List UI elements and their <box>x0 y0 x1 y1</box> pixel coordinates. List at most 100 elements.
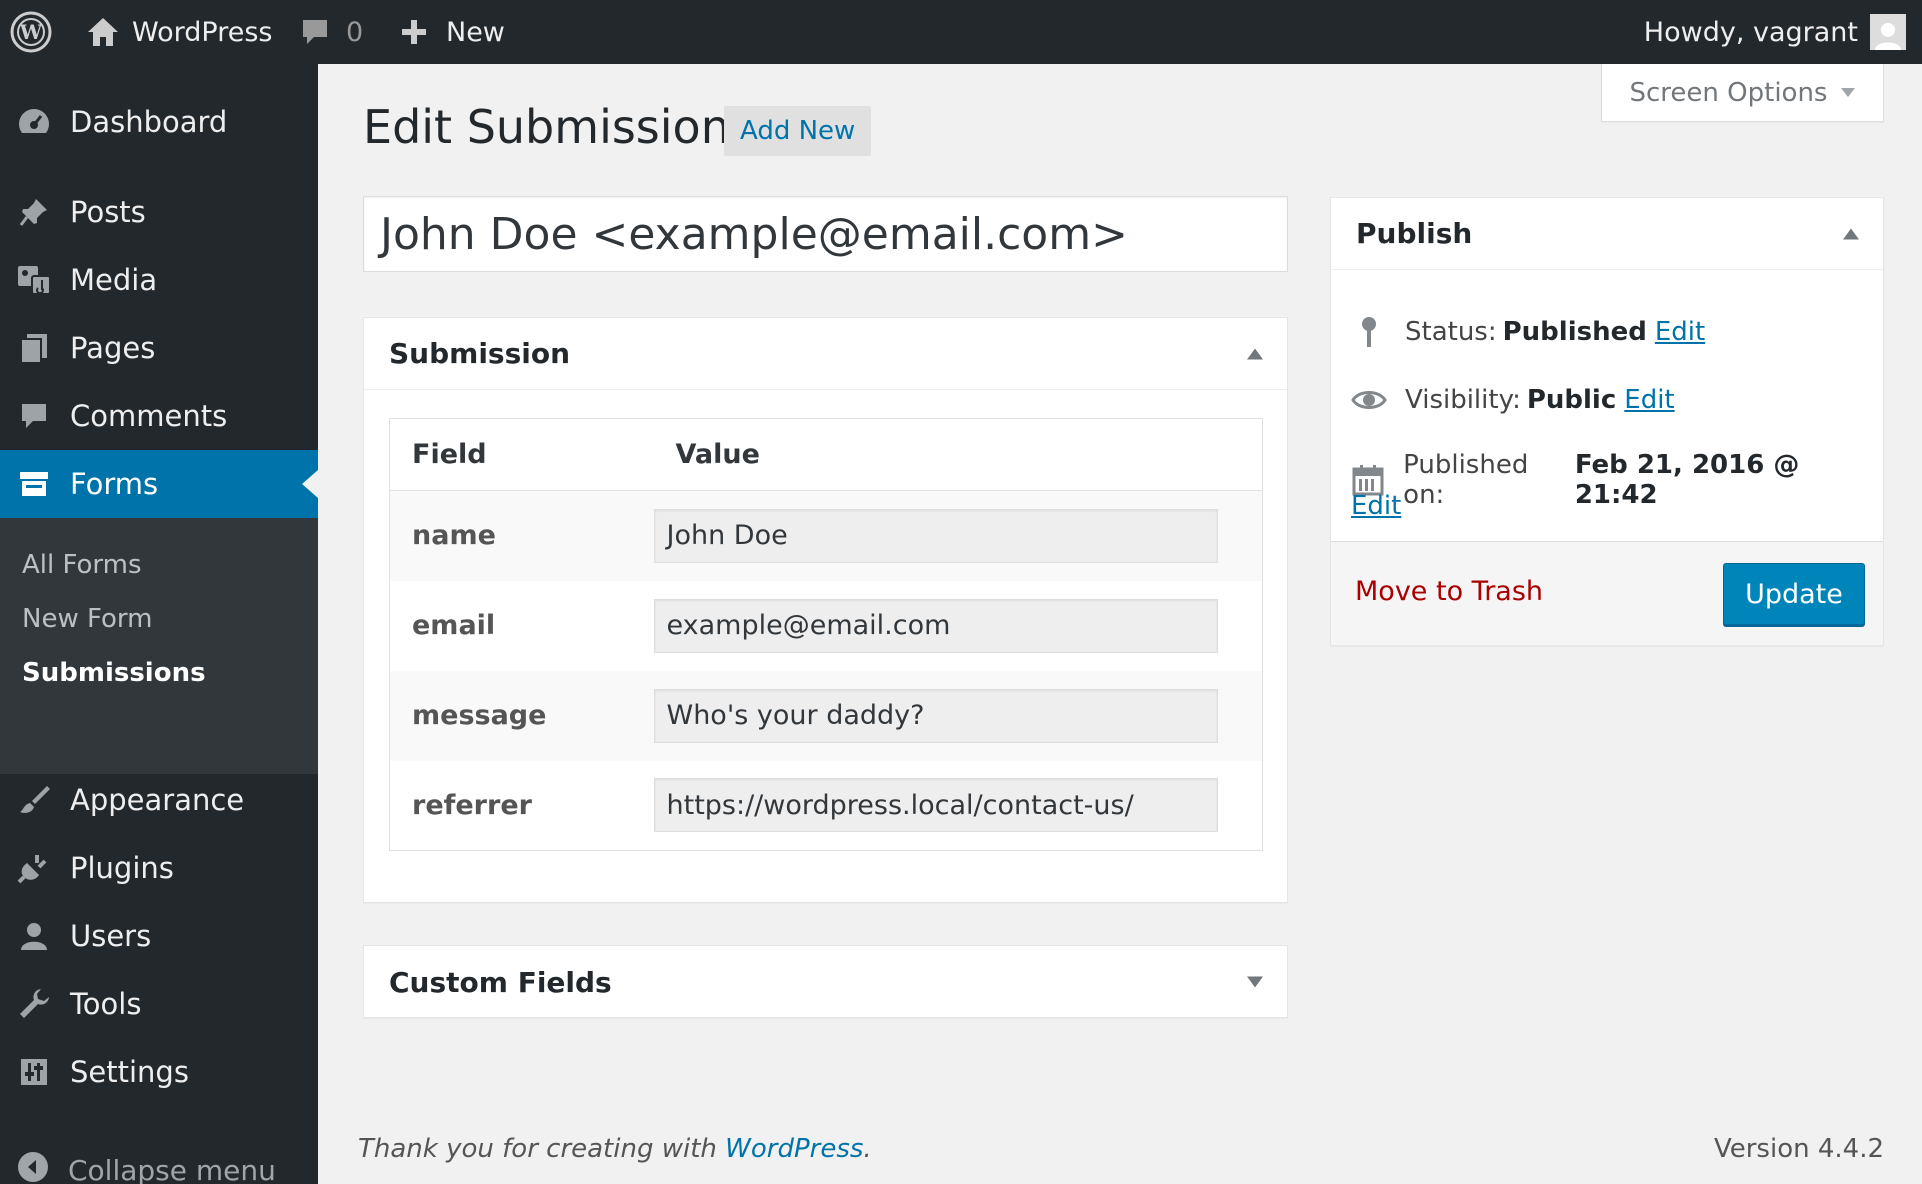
forms-submenu: All Forms New Form Submissions <box>0 518 318 774</box>
collapse-label: Collapse menu <box>68 1154 276 1184</box>
submission-metabox: Submission Field Value name John Doe ema… <box>363 317 1288 903</box>
menu-label: Comments <box>70 399 228 433</box>
edit-status-link[interactable]: Edit <box>1655 317 1705 347</box>
menu-label: Tools <box>70 987 142 1021</box>
menu-tools[interactable]: Tools <box>0 970 318 1038</box>
caret-down-icon <box>1841 88 1856 97</box>
edit-visibility-link[interactable]: Edit <box>1624 385 1674 415</box>
post-title-input[interactable]: John Doe <example@email.com> <box>363 196 1288 272</box>
menu-posts[interactable]: Posts <box>0 178 318 246</box>
field-value[interactable]: John Doe <box>653 508 1218 563</box>
avatar <box>1870 14 1906 50</box>
menu-users[interactable]: Users <box>0 902 318 970</box>
field-name: email <box>412 610 496 641</box>
menu-label: Users <box>70 919 152 953</box>
home-icon <box>86 16 120 48</box>
menu-label: Forms <box>70 467 159 501</box>
plus-icon <box>400 18 428 46</box>
menu-settings[interactable]: Settings <box>0 1038 318 1106</box>
field-name: message <box>389 670 654 761</box>
field-value[interactable]: https://wordpress.local/contact-us/ <box>653 778 1218 833</box>
wrench-icon <box>16 986 52 1022</box>
footer-thanks: Thank you for creating with WordPress. <box>358 1134 872 1164</box>
new-content-link[interactable]: New <box>400 0 505 64</box>
pin-icon <box>1351 314 1387 350</box>
menu-pages[interactable]: Pages <box>0 314 318 382</box>
footer-period: . <box>863 1134 872 1164</box>
submenu-new-form[interactable]: New Form <box>22 604 152 634</box>
field-value[interactable]: example@email.com <box>653 598 1218 653</box>
column-header-field: Field <box>389 418 654 491</box>
menu-comments[interactable]: Comments <box>0 382 318 450</box>
menu-media[interactable]: Media <box>0 246 318 314</box>
field-name: name <box>389 490 654 581</box>
update-button[interactable]: Update <box>1723 563 1865 625</box>
collapse-toggle-icon[interactable] <box>1247 348 1263 359</box>
menu-label: Dashboard <box>70 105 228 139</box>
visibility-label: Visibility: <box>1405 385 1521 415</box>
collapse-arrow-icon <box>16 1150 50 1184</box>
site-link[interactable]: WordPress <box>86 0 272 64</box>
submenu-submissions[interactable]: Submissions <box>22 658 206 688</box>
screen-options-button[interactable]: Screen Options <box>1601 64 1884 122</box>
svg-text:W: W <box>19 20 43 44</box>
pages-icon <box>16 330 52 366</box>
wordpress-link[interactable]: WordPress <box>725 1134 863 1164</box>
my-account[interactable]: Howdy, vagrant <box>1644 0 1906 64</box>
custom-fields-header[interactable]: Custom Fields <box>364 946 1287 1018</box>
field-value[interactable]: Who's your daddy? <box>653 688 1218 743</box>
add-new-button[interactable]: Add New <box>724 106 872 156</box>
settings-icon <box>16 1054 52 1090</box>
footer-thanks-text: Thank you for creating with <box>358 1134 717 1164</box>
menu-label: Posts <box>70 195 146 229</box>
expand-toggle-icon[interactable] <box>1247 976 1263 988</box>
menu-dashboard[interactable]: Dashboard <box>0 88 318 156</box>
publish-header[interactable]: Publish <box>1331 198 1883 270</box>
collapse-toggle-icon[interactable] <box>1843 228 1859 239</box>
forms-icon <box>16 466 52 502</box>
custom-fields-metabox: Custom Fields <box>363 945 1288 1018</box>
visibility-row: Visibility: Public Edit <box>1351 382 1675 418</box>
user-icon <box>16 918 52 954</box>
wordpress-logo-icon[interactable]: W <box>10 0 52 64</box>
comment-count: 0 <box>346 16 364 48</box>
status-label: Status: <box>1405 317 1497 347</box>
submission-header[interactable]: Submission <box>364 318 1287 390</box>
collapse-menu-button[interactable]: Collapse menu <box>16 1150 276 1184</box>
published-value: Feb 21, 2016 @ 21:42 <box>1574 450 1800 510</box>
menu-plugins[interactable]: Plugins <box>0 834 318 902</box>
menu-appearance[interactable]: Appearance <box>0 766 318 834</box>
published-on-row: Published on: Feb 21, 2016 @ 21:42 <box>1351 450 1883 510</box>
comments-link[interactable]: 0 <box>300 0 363 64</box>
site-name: WordPress <box>132 16 273 48</box>
menu-forms[interactable]: Forms <box>0 450 318 518</box>
submenu-all-forms[interactable]: All Forms <box>22 550 142 580</box>
howdy-text: Howdy, vagrant <box>1643 16 1858 48</box>
published-label: Published on: <box>1403 450 1529 510</box>
table-row: name John Doe <box>389 490 1263 581</box>
menu-label: Settings <box>70 1055 189 1089</box>
status-value: Published <box>1502 317 1647 347</box>
menu-label: Media <box>70 263 158 297</box>
status-row: Status: Published Edit <box>1351 314 1705 350</box>
comment-bubble-icon <box>300 17 330 47</box>
move-to-trash-link[interactable]: Move to Trash <box>1355 576 1543 607</box>
metabox-title: Custom Fields <box>389 965 612 999</box>
eye-icon <box>1351 382 1387 418</box>
menu-label: Plugins <box>70 851 174 885</box>
table-row: message Who's your daddy? <box>389 670 1263 761</box>
edit-date-link[interactable]: Edit <box>1351 491 1401 521</box>
pin-icon <box>16 194 52 230</box>
admin-menu: Dashboard Posts Media Pages Comments For… <box>0 64 318 1184</box>
new-label: New <box>446 16 505 48</box>
screen-options-label: Screen Options <box>1629 77 1828 108</box>
menu-label: Appearance <box>70 783 245 817</box>
table-row: referrer https://wordpress.local/contact… <box>390 761 1263 851</box>
brush-icon <box>16 782 52 818</box>
plug-icon <box>16 850 52 886</box>
menu-label: Pages <box>70 331 156 365</box>
media-icon <box>16 262 52 298</box>
publish-actions: Move to Trash Update <box>1331 541 1883 645</box>
field-name: referrer <box>412 789 532 821</box>
table-row: email example@email.com <box>390 581 1263 671</box>
